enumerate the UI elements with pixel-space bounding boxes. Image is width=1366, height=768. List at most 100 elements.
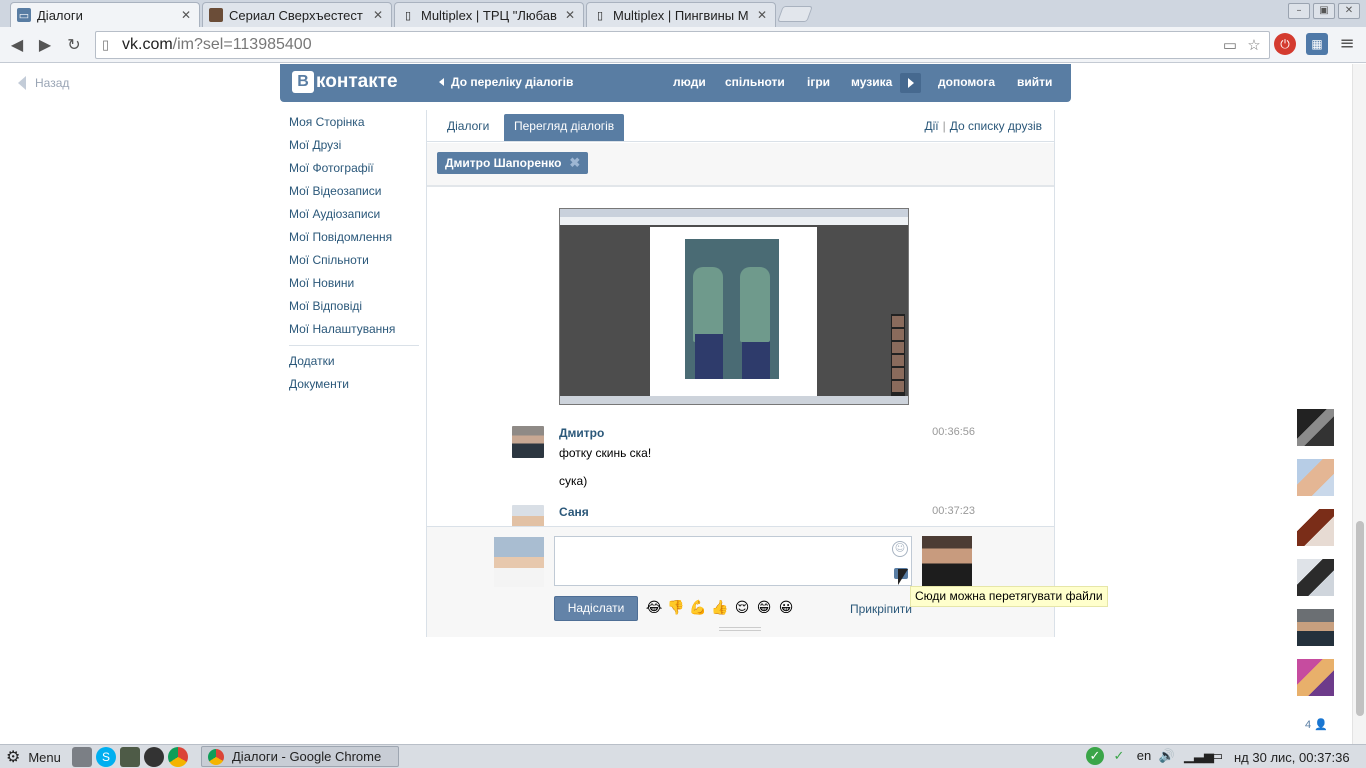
menu-my-settings[interactable]: Мої Налаштування: [289, 318, 421, 341]
smile-icon[interactable]: ☺: [892, 541, 908, 557]
chrome-menu-icon[interactable]: ≡: [1336, 33, 1358, 55]
clock[interactable]: нд 30 лис, 00:37:36: [1234, 747, 1350, 767]
taskbar-window-chrome[interactable]: Діалоги - Google Chrome: [201, 746, 399, 767]
avatar[interactable]: [512, 426, 544, 458]
menu-my-friends[interactable]: Мої Друзі: [289, 134, 421, 157]
attached-screenshot-image[interactable]: [559, 208, 909, 405]
vk-logo[interactable]: В контакте: [292, 71, 398, 93]
friend-avatar[interactable]: [1297, 509, 1334, 546]
emoji-relieved-icon[interactable]: 😌: [733, 599, 751, 617]
tab-dialogs[interactable]: Діалоги: [437, 114, 499, 141]
close-tab-icon[interactable]: ✕: [755, 8, 769, 22]
nav-logout[interactable]: вийти: [1017, 75, 1052, 89]
close-tab-icon[interactable]: ✕: [371, 8, 385, 22]
terminal-icon[interactable]: [120, 747, 140, 767]
message-text: фотку скинь ска!: [559, 446, 652, 460]
nav-music[interactable]: музика: [851, 75, 892, 89]
menu-my-news[interactable]: Мої Новини: [289, 272, 421, 295]
friend-avatar[interactable]: [1297, 409, 1334, 446]
close-window-button[interactable]: ✕: [1338, 3, 1360, 19]
menu-my-photos[interactable]: Мої Фотографії: [289, 157, 421, 180]
music-play-icon[interactable]: [900, 73, 921, 93]
page-scrollbar[interactable]: [1352, 64, 1366, 744]
close-tab-icon[interactable]: ✕: [179, 8, 193, 22]
start-menu-button[interactable]: ⚙ Menu: [6, 747, 61, 767]
battery-icon[interactable]: ▭: [1208, 747, 1226, 765]
menu-my-videos[interactable]: Мої Відеозаписи: [289, 180, 421, 203]
volume-icon[interactable]: 🔊: [1158, 747, 1176, 765]
power-extension-icon[interactable]: ⏻: [1274, 33, 1296, 55]
menu-my-messages[interactable]: Мої Повідомлення: [289, 226, 421, 249]
emoji-thumbs-up-icon[interactable]: 👍: [711, 599, 729, 617]
tab-view-dialogs[interactable]: Перегляд діалогів: [504, 114, 625, 141]
shield-check-icon[interactable]: ✓: [1110, 747, 1128, 765]
reload-icon[interactable]: ↻: [62, 33, 86, 57]
bookmark-star-icon[interactable]: ☆: [1244, 36, 1264, 56]
close-icon[interactable]: ✖: [569, 155, 580, 171]
friend-avatar[interactable]: [1297, 459, 1334, 496]
emoji-thumbs-down-icon[interactable]: 👎: [667, 599, 685, 617]
browser-tab-dialogs[interactable]: ▭ Діалоги ✕: [10, 2, 200, 27]
actions-link[interactable]: Дії: [924, 119, 938, 133]
menu-apps[interactable]: Додатки: [289, 350, 421, 373]
emoji-grin-icon[interactable]: 😁: [755, 599, 773, 617]
page-icon: ▯: [102, 37, 110, 52]
camera-blocked-icon[interactable]: ▭: [1220, 36, 1240, 56]
close-tab-icon[interactable]: ✕: [563, 8, 577, 22]
message-input[interactable]: ☺: [554, 536, 912, 586]
resize-grip[interactable]: [719, 627, 761, 631]
emoji-laugh-icon[interactable]: 😂: [645, 599, 663, 617]
chrome-icon[interactable]: [168, 747, 188, 767]
update-ok-icon[interactable]: ✓: [1086, 747, 1104, 765]
message-history[interactable]: Дмитро 00:36:56 фотку скинь ска! сука) С…: [427, 189, 1054, 526]
avatar[interactable]: [494, 537, 544, 587]
address-bar[interactable]: ▯ vk.com/im?sel=113985400 ▭ ☆: [95, 31, 1270, 59]
peer-chip-name: Дмитро Шапоренко: [445, 156, 562, 170]
message-author[interactable]: Саня: [559, 505, 589, 519]
nav-communities[interactable]: спільноти: [725, 75, 785, 89]
media-player-icon[interactable]: [144, 747, 164, 767]
back-to-dialogs-link[interactable]: До переліку діалогів: [439, 75, 573, 89]
keyboard-layout[interactable]: en: [1133, 747, 1155, 765]
back-arrow-icon[interactable]: ◀: [5, 33, 29, 57]
user-icon: 👤: [1314, 719, 1328, 731]
browser-tab-multiplex-1[interactable]: ▯ Multiplex | ТРЦ "Любав ✕: [394, 2, 584, 27]
message-author[interactable]: Дмитро: [559, 426, 604, 440]
back-link[interactable]: Назад: [18, 76, 69, 90]
friend-avatar[interactable]: [1297, 559, 1334, 596]
nav-help[interactable]: допомога: [938, 75, 995, 89]
online-friends-column: 4 👤: [1291, 401, 1339, 744]
browser-tab-multiplex-2[interactable]: ▯ Multiplex | Пингвины М ✕: [586, 2, 776, 27]
menu-my-audio[interactable]: Мої Аудіозаписи: [289, 203, 421, 226]
emoji-muscle-icon[interactable]: 💪: [689, 599, 707, 617]
attach-link[interactable]: Прикріпити: [850, 602, 912, 616]
online-count[interactable]: 4 👤: [1305, 718, 1328, 731]
friend-avatar[interactable]: [1297, 609, 1334, 646]
extension-icon[interactable]: ▦: [1306, 33, 1328, 55]
menu-documents[interactable]: Документи: [289, 373, 421, 396]
minimize-window-button[interactable]: –: [1288, 3, 1310, 19]
tools-launcher-icon[interactable]: [72, 747, 92, 767]
gear-icon: ⚙: [6, 749, 21, 766]
maximize-window-button[interactable]: ▣: [1313, 3, 1335, 19]
menu-my-communities[interactable]: Мої Спільноти: [289, 249, 421, 272]
emoji-smile-icon[interactable]: 😀: [777, 599, 795, 617]
avatar[interactable]: [922, 536, 972, 586]
peer-chip[interactable]: Дмитро Шапоренко ✖: [437, 152, 589, 174]
menu-my-page[interactable]: Моя Сторінка: [289, 111, 421, 134]
forward-arrow-icon[interactable]: ▶: [33, 33, 57, 57]
screenshot-taskbar: [560, 396, 908, 404]
new-tab-button[interactable]: [777, 6, 813, 22]
browser-tab-serial[interactable]: Сериал Сверхъестест ✕: [202, 2, 392, 27]
avatar[interactable]: [512, 505, 544, 526]
nav-people[interactable]: люди: [673, 75, 706, 89]
nav-games[interactable]: ігри: [807, 75, 830, 89]
screenshot-urlbar: [560, 217, 908, 225]
to-friends-link[interactable]: До списку друзів: [950, 119, 1042, 133]
network-signal-icon[interactable]: ▁▃▅: [1184, 747, 1214, 765]
skype-icon[interactable]: S: [96, 747, 116, 767]
menu-my-replies[interactable]: Мої Відповіді: [289, 295, 421, 318]
send-button[interactable]: Надіслати: [554, 596, 638, 621]
scrollbar-thumb[interactable]: [1356, 521, 1364, 716]
friend-avatar[interactable]: [1297, 659, 1334, 696]
